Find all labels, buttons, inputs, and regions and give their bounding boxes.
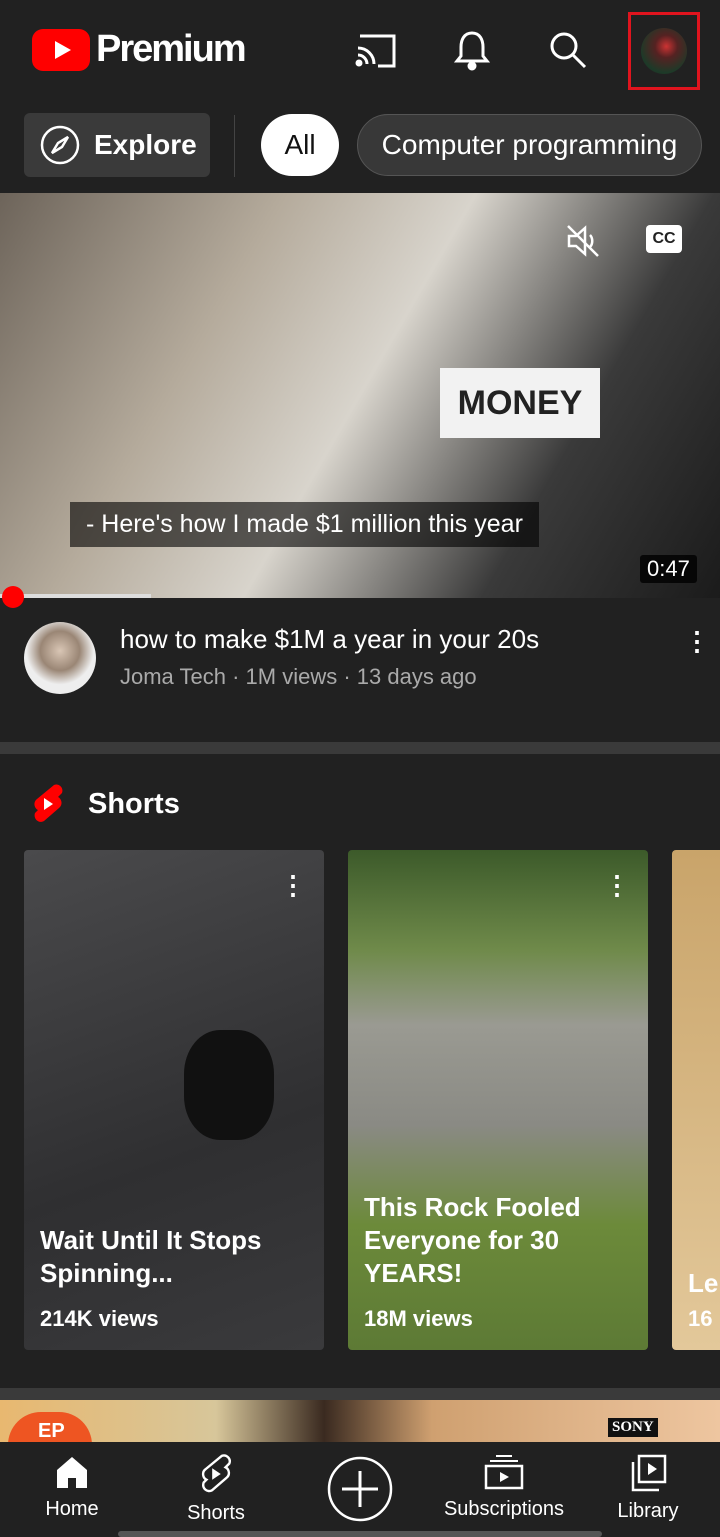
section-divider	[0, 1388, 720, 1400]
subscriptions-icon	[484, 1455, 524, 1490]
short-thumb-object	[184, 1030, 274, 1140]
nav-subscriptions[interactable]: Subscriptions	[432, 1442, 576, 1537]
next-video-thumbnail[interactable]: EP SONY	[0, 1400, 720, 1445]
short-more-icon[interactable]: ⋮	[604, 870, 630, 901]
brand-text: Premium	[96, 28, 247, 70]
avatar	[641, 28, 687, 74]
progress-scrubber[interactable]	[2, 586, 24, 608]
short-card[interactable]: ⋮ This Rock Fooled Everyone for 30 YEARS…	[348, 850, 648, 1350]
short-views: 214K views	[40, 1306, 159, 1331]
gesture-bar	[118, 1531, 602, 1537]
short-title: Wait Until It Stops Spinning...	[40, 1225, 262, 1288]
thumb-text: MONEY	[440, 368, 600, 438]
nav-home[interactable]: Home	[0, 1442, 144, 1537]
cast-icon[interactable]	[352, 26, 400, 74]
shorts-logo-icon	[34, 784, 63, 822]
short-views: 16	[688, 1306, 713, 1331]
plus-circle-icon	[327, 1456, 393, 1522]
nav-label: Home	[45, 1498, 99, 1520]
video-meta: Joma Tech · 1M views · 13 days ago	[120, 664, 477, 689]
channel-avatar[interactable]	[24, 622, 96, 694]
bell-icon[interactable]	[448, 26, 496, 74]
nav-label: Shorts	[187, 1502, 245, 1524]
youtube-logo-icon	[32, 28, 90, 71]
section-divider	[0, 742, 720, 754]
video-caption: - Here's how I made $1 million this year	[70, 502, 539, 547]
bottom-nav: Home Shorts Subscriptions Library	[0, 1442, 720, 1537]
create-button[interactable]	[288, 1442, 432, 1537]
short-card[interactable]: Le 16	[672, 850, 720, 1350]
short-card[interactable]: ⋮ Wait Until It Stops Spinning... 214K v…	[24, 850, 324, 1350]
chip-all[interactable]: All	[261, 114, 339, 176]
short-title: Le	[688, 1268, 719, 1298]
explore-button[interactable]: Explore	[24, 113, 210, 177]
nav-label: Library	[617, 1500, 679, 1522]
explore-label: Explore	[94, 129, 197, 160]
short-views: 18M views	[364, 1306, 473, 1331]
nav-label: Subscriptions	[443, 1498, 565, 1520]
short-more-icon[interactable]: ⋮	[280, 870, 306, 901]
video-title[interactable]: how to make $1M a year in your 20s	[120, 624, 539, 655]
chip-computer-programming[interactable]: Computer programming	[357, 114, 702, 176]
home-icon	[57, 1457, 87, 1488]
search-icon[interactable]	[544, 26, 592, 74]
chip-divider	[234, 115, 235, 177]
ep-badge: EP	[8, 1412, 92, 1445]
account-avatar-button[interactable]	[628, 12, 700, 90]
cc-icon[interactable]: CC	[646, 225, 682, 253]
muted-icon[interactable]	[565, 223, 601, 264]
shorts-icon	[201, 1454, 231, 1493]
shorts-title: Shorts	[88, 787, 180, 820]
sony-logo: SONY	[608, 1418, 658, 1437]
video-duration: 0:47	[640, 555, 697, 583]
shorts-heading: Shorts	[30, 783, 180, 825]
short-title: This Rock Fooled Everyone for 30 YEARS!	[364, 1192, 581, 1288]
more-options-icon[interactable]: ⋮	[684, 626, 710, 657]
youtube-premium-logo[interactable]: Premium	[32, 28, 247, 71]
nav-shorts[interactable]: Shorts	[144, 1442, 288, 1537]
library-icon	[631, 1454, 667, 1492]
nav-library[interactable]: Library	[576, 1442, 720, 1537]
compass-icon	[40, 125, 80, 165]
